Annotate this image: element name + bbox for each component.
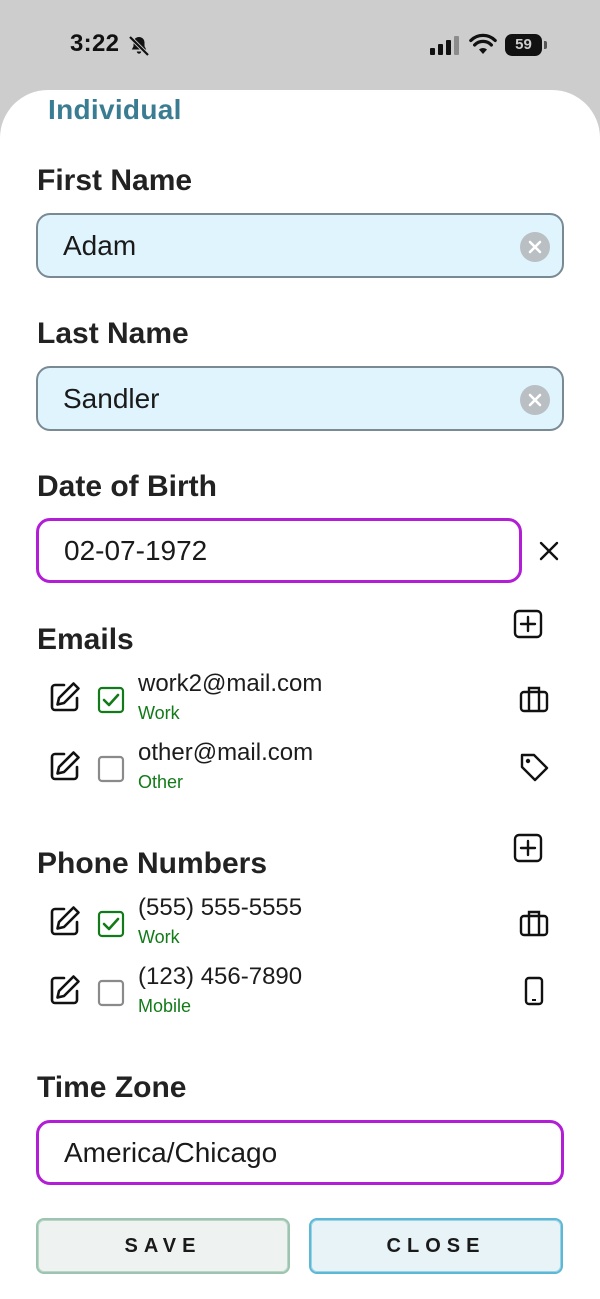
status-time: 3:22: [70, 30, 120, 57]
status-bar: 3:22 59: [0, 0, 600, 92]
phone-number: (555) 555-5555: [138, 894, 303, 921]
time-zone-field[interactable]: America/Chicago: [36, 1120, 564, 1185]
battery-level: 59: [505, 34, 542, 56]
first-name-field[interactable]: Adam: [36, 213, 564, 278]
emails-label: Emails: [37, 623, 134, 656]
first-name-label: First Name: [37, 164, 193, 197]
dob-label: Date of Birth: [37, 470, 217, 503]
email-address: work2@mail.com: [138, 670, 323, 697]
briefcase-icon: [519, 910, 549, 937]
phone-type: Mobile: [138, 996, 192, 1016]
time-zone-label: Time Zone: [37, 1071, 187, 1104]
primary-phone-checkbox[interactable]: [97, 910, 125, 938]
primary-email-checkbox[interactable]: [97, 755, 125, 783]
last-name-value: Sandler: [63, 382, 160, 414]
close-button[interactable]: CLOSE: [309, 1218, 563, 1274]
save-button[interactable]: SAVE: [36, 1218, 290, 1274]
primary-phone-checkbox[interactable]: [97, 979, 125, 1007]
phone-type: Work: [138, 927, 180, 947]
add-email-icon[interactable]: [513, 609, 543, 639]
clear-last-name-button[interactable]: [520, 385, 550, 415]
dob-value: 02-07-1972: [64, 534, 208, 566]
briefcase-icon: [519, 686, 549, 713]
wifi-icon: [469, 33, 497, 54]
time-zone-value: America/Chicago: [64, 1136, 278, 1168]
battery-indicator: 59: [505, 34, 547, 56]
edit-icon[interactable]: [48, 680, 82, 714]
cellular-signal-icon: [430, 36, 459, 55]
email-type: Work: [138, 703, 180, 723]
first-name-value: Adam: [63, 229, 137, 261]
bell-muted-icon: [128, 35, 150, 57]
clear-first-name-button[interactable]: [520, 232, 550, 262]
last-name-label: Last Name: [37, 317, 189, 350]
sheet-title: Individual: [48, 94, 182, 125]
mobile-phone-icon: [524, 976, 544, 1006]
dob-field[interactable]: 02-07-1972: [36, 518, 522, 583]
phones-label: Phone Numbers: [37, 847, 268, 880]
tag-icon: [520, 753, 549, 782]
clear-icon: [528, 240, 542, 254]
clear-dob-icon[interactable]: [535, 537, 563, 565]
clear-icon: [528, 393, 542, 407]
last-name-field[interactable]: Sandler: [36, 366, 564, 431]
add-phone-icon[interactable]: [513, 833, 543, 863]
battery-nub: [544, 41, 547, 49]
phone-number: (123) 456-7890: [138, 963, 303, 990]
primary-email-checkbox[interactable]: [97, 686, 125, 714]
edit-icon[interactable]: [48, 973, 82, 1007]
edit-icon[interactable]: [48, 749, 82, 783]
edit-icon[interactable]: [48, 904, 82, 938]
email-address: other@mail.com: [138, 739, 314, 766]
email-type: Other: [138, 772, 184, 792]
